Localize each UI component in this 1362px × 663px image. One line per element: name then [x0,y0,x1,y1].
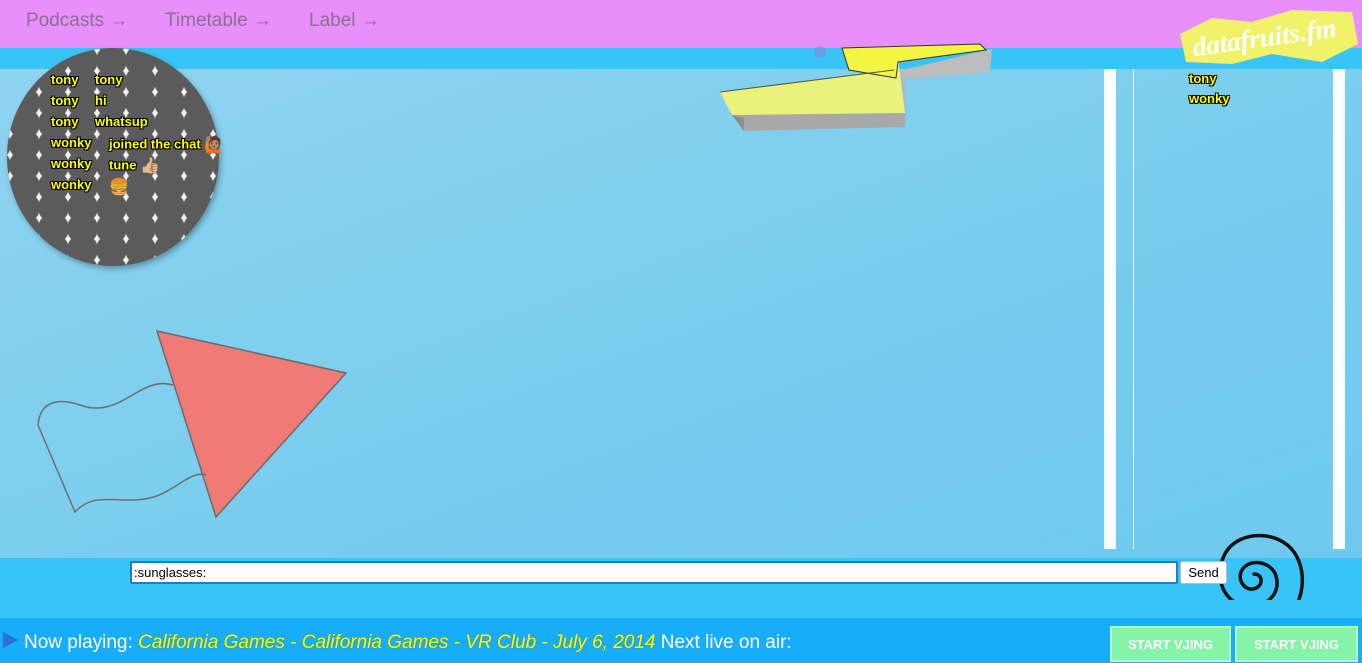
chat-input[interactable] [130,561,1178,584]
send-button[interactable]: Send [1180,561,1227,584]
start-vjing-button[interactable]: START VJING [1110,626,1231,662]
chat-messages: tony tony tony hi tony whatsup wonky joi… [51,70,251,196]
user-list-item: tony [1189,71,1217,86]
chat-text-content: joined the chat [109,136,201,152]
sparkle-shape [814,46,826,58]
red-triangle [155,329,348,519]
chat-message: wonky tune 👍🏼 [51,154,251,175]
chat-username: tony [51,93,79,108]
chat-scrollbar[interactable] [1104,69,1116,549]
chat-username: wonky [51,135,92,150]
chat-text: 🍔 [109,177,129,197]
chat-text: hi [95,93,107,108]
user-list-item: wonky [1189,91,1230,106]
chat-text: tony [95,72,123,87]
chat-message: wonky joined the chat 🙋🏽 [51,133,251,154]
user-list-scrollbar[interactable] [1333,69,1345,549]
chat-text: tune 👍🏼 [109,156,160,176]
chat-text: whatsup [95,114,148,129]
now-playing-track: California Games - California Games - VR… [138,632,656,653]
user-list: tony wonky [1189,71,1229,111]
datafruits-logo[interactable]: datafruits.fm [1172,4,1362,70]
chat-username: tony [51,72,79,87]
chat-message: tony whatsup [51,112,251,133]
burger-emoji-icon: 🍔 [109,179,129,196]
chat-text: joined the chat 🙋🏽 [109,135,224,155]
chat-username: wonky [51,177,92,192]
now-playing: Now playing: California Games - Californ… [24,632,792,654]
chat-message: tony hi [51,91,251,112]
thumbs-up-emoji-icon: 👍🏼 [140,158,160,175]
chat-username: wonky [51,156,92,171]
play-icon[interactable] [3,632,18,648]
chat-message: tony tony [51,70,251,91]
start-vjing-button-2[interactable]: START VJING [1235,626,1358,662]
chat-username: tony [51,114,79,129]
raising-hand-emoji-icon: 🙋🏽 [204,137,225,154]
chat-message: wonky 🍔 [51,175,251,196]
column-divider [1133,69,1134,549]
input-strip [0,600,1362,618]
next-live-label: Next live on air: [660,632,792,653]
now-playing-label: Now playing: [24,632,133,653]
chat-text-content: tune [109,157,137,173]
zigzag-shape [719,43,992,131]
